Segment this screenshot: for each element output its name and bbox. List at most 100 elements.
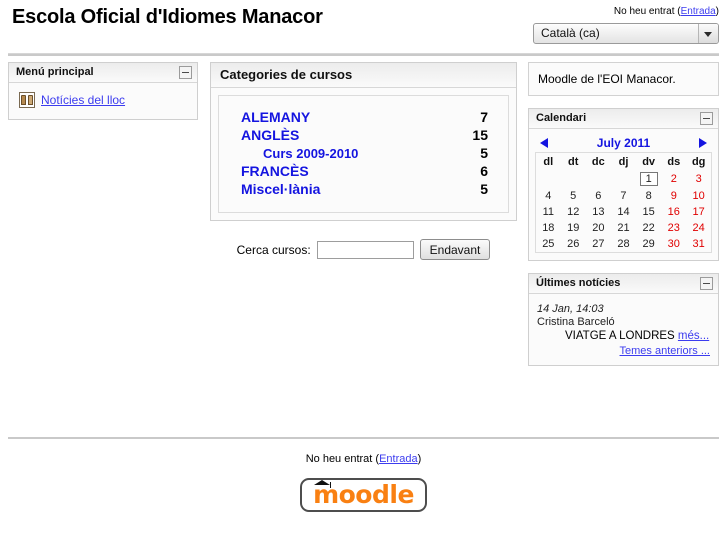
header-login-info: No heu entrat (Entrada)	[614, 6, 719, 17]
calendar-day-cell[interactable]: 15	[636, 204, 661, 220]
calendar-day-cell[interactable]: 27	[586, 236, 611, 253]
calendar-day-cell[interactable]: 8	[636, 188, 661, 204]
category-link[interactable]: FRANCÈS	[219, 163, 444, 179]
category-link[interactable]: Curs 2009-2010	[219, 146, 444, 161]
calendar-day-cell[interactable]: 17	[686, 204, 711, 220]
calendar-day-cell[interactable]: 7	[611, 188, 636, 204]
search-submit-button[interactable]: Endavant	[419, 239, 491, 260]
calendar-day-cell[interactable]: 21	[611, 220, 636, 236]
collapse-icon[interactable]	[179, 66, 192, 79]
calendar-month-label[interactable]: July 2011	[597, 136, 650, 150]
sidebar-item-site-news[interactable]: Notícies del lloc	[17, 90, 189, 110]
calendar-day-cell[interactable]: 24	[686, 220, 711, 236]
footer-divider	[8, 437, 719, 439]
table-row[interactable]: ALEMANY 7	[219, 108, 508, 126]
block-main-menu-body: Notícies del lloc	[9, 83, 197, 119]
block-latest-news-title: Últimes notícies	[536, 277, 621, 289]
calendar-day-cell[interactable]: 19	[561, 220, 586, 236]
prev-month-icon[interactable]	[540, 138, 548, 148]
footer-login-link[interactable]: Entrada	[379, 453, 418, 465]
table-row[interactable]: ANGLÈS 15	[219, 126, 508, 144]
calendar-day-cell[interactable]: 3	[686, 170, 711, 188]
calendar-day-cell[interactable]: 5	[561, 188, 586, 204]
calendar-day-cell[interactable]: 10	[686, 188, 711, 204]
category-link[interactable]: Miscel·lània	[219, 181, 444, 197]
calendar-day-cell[interactable]: 20	[586, 220, 611, 236]
older-topics-link[interactable]: Temes anteriors ...	[620, 345, 710, 357]
calendar-day-cell[interactable]: 25	[536, 236, 561, 253]
next-month-icon[interactable]	[698, 138, 707, 148]
footer-login-prefix: No heu entrat (	[305, 453, 380, 465]
page-footer: No heu entrat (Entrada) moodle	[0, 437, 727, 512]
news-subject: VIATGE A LONDRES més...	[537, 330, 710, 342]
category-count: 7	[480, 109, 488, 125]
language-menu[interactable]: Català (ca)	[533, 23, 719, 44]
calendar-day-cell[interactable]: 11	[536, 204, 561, 220]
center-column: Categories de cursos ALEMANY 7 ANGLÈS 15…	[210, 62, 517, 270]
category-link[interactable]: ALEMANY	[219, 109, 444, 125]
calendar-week-row: 18 19 20 21 22 23 24	[536, 220, 712, 236]
sidebar-item-label[interactable]: Notícies del lloc	[41, 93, 125, 107]
course-categories-title: Categories de cursos	[220, 67, 353, 82]
calendar-empty-cell	[536, 170, 561, 188]
course-categories-header: Categories de cursos	[211, 63, 516, 88]
calendar-day-cell[interactable]: 6	[586, 188, 611, 204]
calendar-day-cell[interactable]: 26	[561, 236, 586, 253]
search-input[interactable]	[316, 240, 414, 259]
calendar-day-cell[interactable]: 16	[661, 204, 686, 220]
moodle-logo[interactable]: moodle	[300, 478, 427, 512]
calendar-weekday-row: dl dt dc dj dv ds dg	[536, 153, 712, 171]
block-main-menu: Menú principal Notícies del lloc	[8, 62, 198, 120]
table-row[interactable]: Curs 2009-2010 5	[219, 144, 508, 162]
table-row[interactable]: FRANCÈS 6	[219, 162, 508, 180]
calendar-day-cell[interactable]: 31	[686, 236, 711, 253]
calendar-weekday: dc	[591, 156, 605, 168]
calendar-day-cell[interactable]: 2	[661, 170, 686, 188]
site-intro-text: Moodle de l'EOI Manacor.	[538, 72, 676, 86]
category-count: 15	[472, 127, 488, 143]
calendar-day-cell[interactable]: 9	[661, 188, 686, 204]
calendar-week-row: 4 5 6 7 8 9 10	[536, 188, 712, 204]
header-login-suffix: )	[715, 6, 719, 17]
calendar-day-cell[interactable]: 4	[536, 188, 561, 204]
table-row[interactable]: Miscel·lània 5	[219, 180, 508, 198]
calendar-week-row: 25 26 27 28 29 30 31	[536, 236, 712, 253]
calendar-today-marker: 1	[639, 172, 658, 186]
block-calendar-title: Calendari	[536, 112, 587, 124]
block-latest-news-header: Últimes notícies	[529, 274, 718, 294]
calendar-day-cell[interactable]: 29	[636, 236, 661, 253]
chevron-down-icon[interactable]	[698, 24, 718, 43]
block-latest-news: Últimes notícies 14 Jan, 14:03 Cristina …	[528, 273, 719, 366]
header-login-prefix: No heu entrat (	[613, 6, 681, 17]
calendar-weeks: 1 2 3 4 5 6 7 8 9 10 11 12 13 14 15 16 17 18 19 20 21 22 23 24 2…	[536, 170, 712, 253]
graduation-cap-icon	[314, 478, 332, 488]
site-intro-box: Moodle de l'EOI Manacor.	[528, 62, 719, 96]
course-categories-box: Categories de cursos ALEMANY 7 ANGLÈS 15…	[210, 62, 517, 221]
calendar-weekday: dt	[568, 156, 579, 168]
calendar-weekday: dv	[642, 156, 656, 168]
course-search-label: Cerca cursos:	[236, 242, 311, 257]
block-calendar: Calendari July 2011 dl dt dc dj dv ds dg…	[528, 108, 719, 261]
calendar-day-cell[interactable]: 23	[661, 220, 686, 236]
calendar-day-cell[interactable]: 28	[611, 236, 636, 253]
language-select[interactable]: Català (ca)	[533, 23, 719, 44]
collapse-icon[interactable]	[700, 112, 713, 125]
calendar-day-cell[interactable]: 22	[636, 220, 661, 236]
news-more-link[interactable]: més...	[678, 330, 709, 342]
news-subject-text: VIATGE A LONDRES	[565, 330, 675, 342]
block-calendar-body: July 2011 dl dt dc dj dv ds dg 1 2 3 4 5…	[529, 129, 718, 260]
calendar-day-cell[interactable]: 1	[636, 170, 661, 188]
category-count: 5	[480, 145, 488, 161]
calendar-empty-cell	[561, 170, 586, 188]
header-login-link[interactable]: Entrada	[681, 6, 716, 17]
calendar-weekday: dg	[691, 156, 706, 168]
calendar-empty-cell	[586, 170, 611, 188]
category-link[interactable]: ANGLÈS	[219, 127, 444, 143]
calendar-weekday: ds	[667, 156, 681, 168]
calendar-day-cell[interactable]: 18	[536, 220, 561, 236]
collapse-icon[interactable]	[700, 277, 713, 290]
calendar-day-cell[interactable]: 13	[586, 204, 611, 220]
calendar-day-cell[interactable]: 14	[611, 204, 636, 220]
calendar-day-cell[interactable]: 12	[561, 204, 586, 220]
calendar-day-cell[interactable]: 30	[661, 236, 686, 253]
